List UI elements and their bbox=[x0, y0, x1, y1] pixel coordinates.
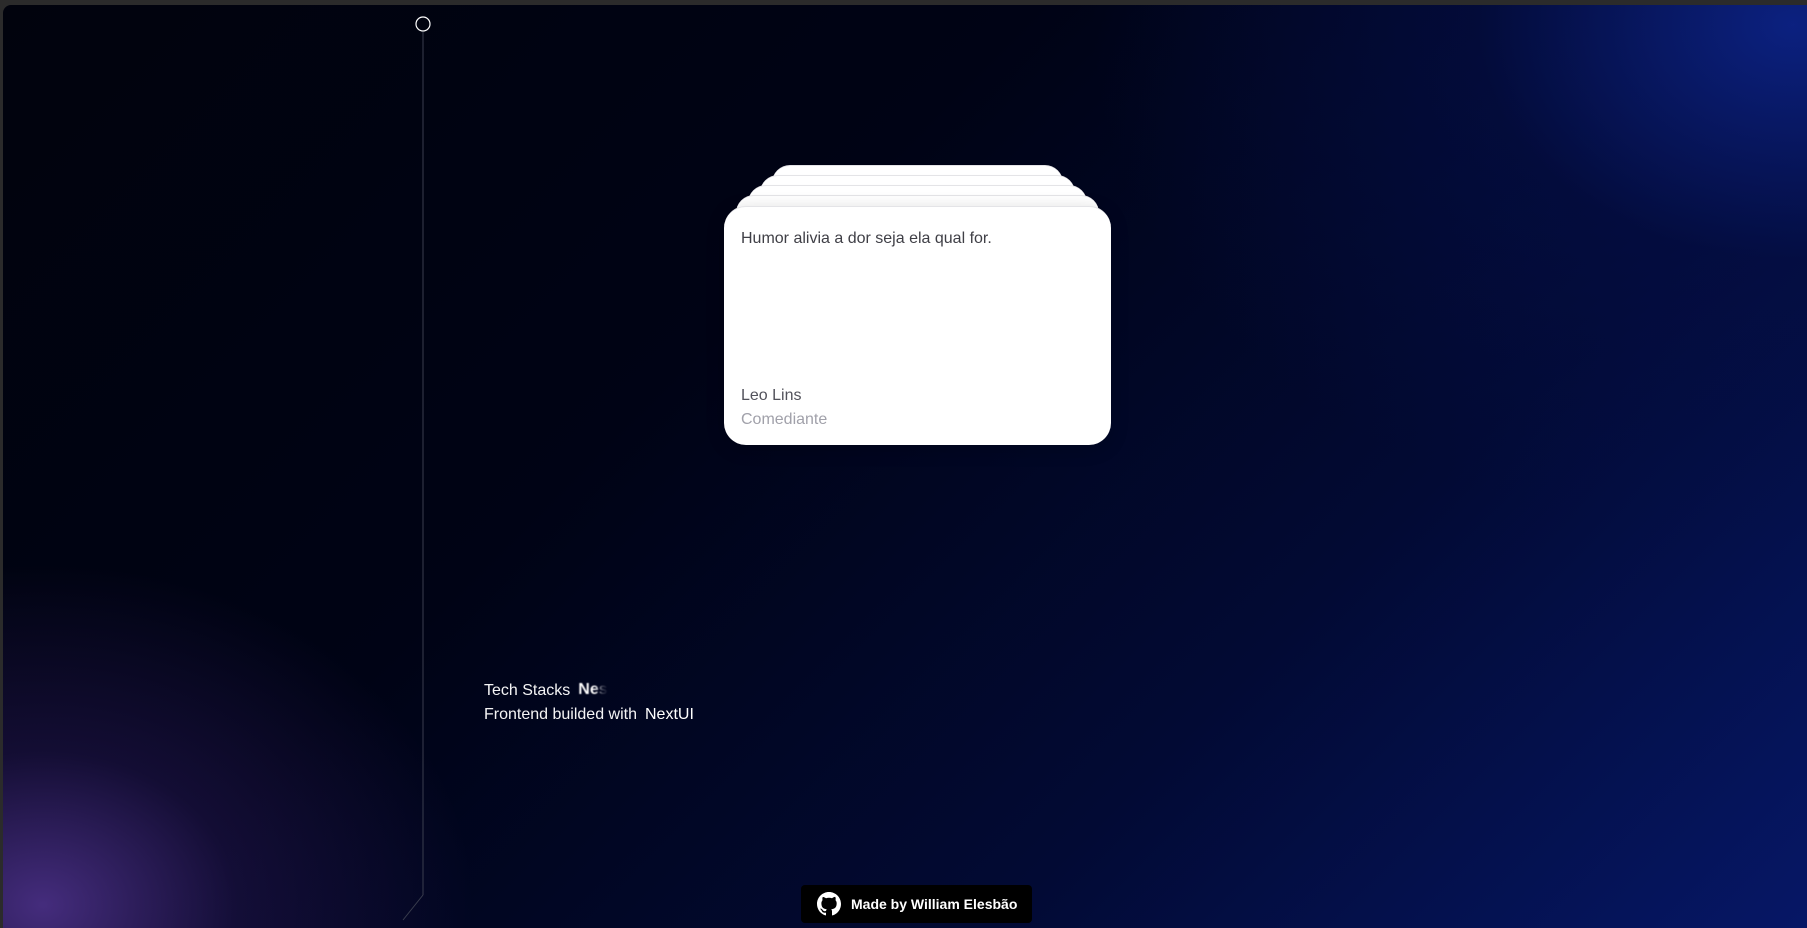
quote-author-role: Comediante bbox=[741, 411, 828, 428]
timeline-line-bend bbox=[402, 894, 424, 921]
tech-stacks-row: Tech Stacks Nes bbox=[484, 679, 694, 703]
browser-frame: Humor alivia a dor seja ela qual for. Le… bbox=[0, 0, 1807, 928]
quote-text: Humor alivia a dor seja ela qual for. bbox=[741, 230, 992, 247]
tech-stacks-label: Tech Stacks bbox=[484, 682, 571, 699]
frontend-row: Frontend builded with NextUI bbox=[484, 703, 694, 727]
timeline-node-icon bbox=[415, 16, 431, 32]
quote-author: Leo Lins bbox=[741, 387, 802, 404]
frontend-label: Frontend builded with bbox=[484, 706, 637, 723]
github-icon bbox=[817, 892, 841, 916]
frontend-value: NextUI bbox=[644, 706, 694, 723]
quote-card-stack[interactable]: Humor alivia a dor seja ela qual for. Le… bbox=[724, 165, 1111, 450]
page-background: Humor alivia a dor seja ela qual for. Le… bbox=[3, 5, 1807, 928]
tech-stacks-value: Nes bbox=[578, 678, 607, 702]
github-credit-link[interactable]: Made by William Elesbão bbox=[801, 885, 1032, 923]
credit-label: Made by William Elesbão bbox=[851, 896, 1018, 912]
timeline-decoration bbox=[3, 5, 463, 928]
tech-info: Tech Stacks Nes Frontend builded with Ne… bbox=[484, 679, 694, 727]
quote-card[interactable]: Humor alivia a dor seja ela qual for. Le… bbox=[724, 206, 1111, 445]
